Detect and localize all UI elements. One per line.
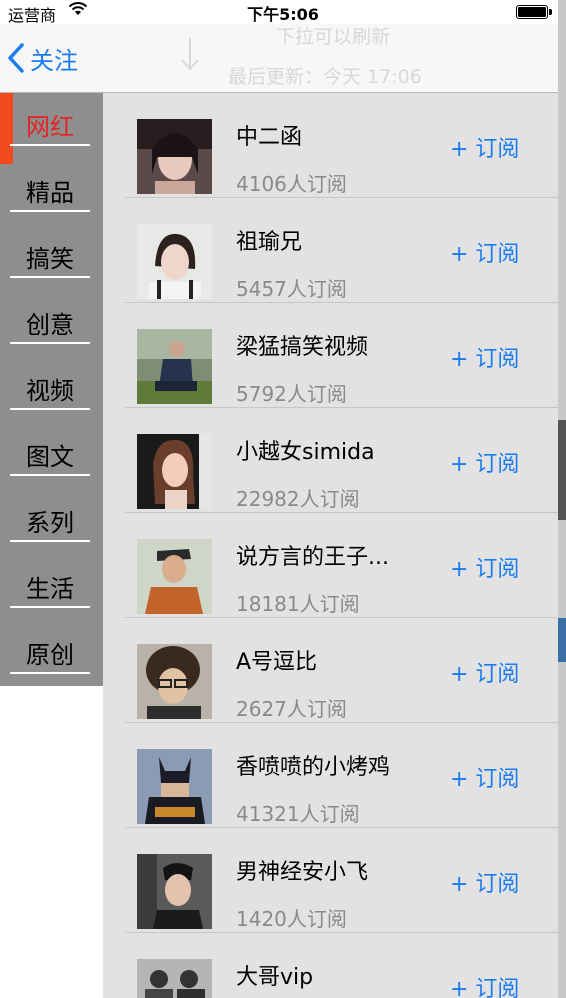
- subscribe-button[interactable]: + 订阅: [450, 131, 519, 163]
- user-name: 说方言的王子...: [236, 545, 389, 570]
- user-name: 香喷喷的小烤鸡: [236, 755, 391, 780]
- divider: [10, 672, 90, 674]
- list-item[interactable]: 祖瑜兄 5457人订阅 + 订阅: [103, 198, 558, 303]
- category-item[interactable]: 视频: [0, 357, 103, 423]
- status-bar: 运营商 下午5:06: [0, 0, 558, 25]
- list-item[interactable]: 梁猛搞笑视频 5792人订阅 + 订阅: [103, 303, 558, 408]
- list-item[interactable]: 大哥vip + 订阅: [103, 933, 558, 998]
- user-name: 中二函: [236, 125, 303, 150]
- background-page-edge: [558, 0, 566, 998]
- divider: [10, 210, 90, 212]
- category-label: 搞笑: [26, 245, 74, 273]
- background-block: [558, 420, 566, 520]
- avatar: [137, 749, 212, 824]
- user-name: 祖瑜兄: [236, 230, 303, 255]
- category-label: 网红: [26, 113, 74, 141]
- subscriber-count: 2627人订阅: [236, 697, 347, 721]
- subscriber-count: 5457人订阅: [236, 277, 347, 301]
- divider: [10, 144, 90, 146]
- list-item[interactable]: 香喷喷的小烤鸡 41321人订阅 + 订阅: [103, 723, 558, 828]
- subscribe-button[interactable]: + 订阅: [450, 656, 519, 688]
- list-item[interactable]: 说方言的王子... 18181人订阅 + 订阅: [103, 513, 558, 618]
- subscriber-count: 1420人订阅: [236, 907, 347, 931]
- category-item[interactable]: 搞笑: [0, 225, 103, 291]
- category-item[interactable]: 精品: [0, 159, 103, 225]
- avatar: [137, 224, 212, 299]
- user-name: 小越女simida: [236, 440, 375, 465]
- subscribe-button[interactable]: + 订阅: [450, 551, 519, 583]
- category-label: 视频: [26, 377, 74, 405]
- user-name: 大哥vip: [236, 965, 314, 990]
- list-item[interactable]: 男神经安小飞 1420人订阅 + 订阅: [103, 828, 558, 933]
- category-label: 图文: [26, 443, 74, 471]
- chevron-left-icon: [8, 43, 24, 73]
- divider: [10, 408, 90, 410]
- category-item[interactable]: 原创: [0, 621, 103, 687]
- category-sidebar: 网红 精品 搞笑 创意 视频 图文 系列 生活 原创: [0, 93, 103, 686]
- list-item[interactable]: 中二函 4106人订阅 + 订阅: [103, 93, 558, 198]
- category-item[interactable]: 创意: [0, 291, 103, 357]
- subscribe-button[interactable]: + 订阅: [450, 971, 519, 998]
- category-label: 原创: [26, 641, 74, 669]
- subscriber-count: 5792人订阅: [236, 382, 347, 406]
- avatar: [137, 539, 212, 614]
- battery-icon: [516, 5, 552, 19]
- avatar: [137, 434, 212, 509]
- avatar: [137, 119, 212, 194]
- back-label: 关注: [30, 46, 78, 75]
- avatar: [137, 959, 212, 998]
- category-item[interactable]: 系列: [0, 489, 103, 555]
- category-item[interactable]: 图文: [0, 423, 103, 489]
- background-block: [558, 618, 566, 662]
- subscriber-count: 41321人订阅: [236, 802, 360, 826]
- back-button[interactable]: 关注: [8, 40, 78, 76]
- user-name: A号逗比: [236, 650, 318, 675]
- list-item[interactable]: 小越女simida 22982人订阅 + 订阅: [103, 408, 558, 513]
- navigation-bar: 下拉可以刷新 最后更新：今天 17:06 关注: [0, 24, 558, 93]
- divider: [10, 474, 90, 476]
- category-label: 生活: [26, 575, 74, 603]
- subscribe-button[interactable]: + 订阅: [450, 761, 519, 793]
- user-name: 梁猛搞笑视频: [236, 335, 369, 360]
- divider: [10, 606, 90, 608]
- avatar: [137, 329, 212, 404]
- subscribe-button[interactable]: + 订阅: [450, 341, 519, 373]
- subscribe-button[interactable]: + 订阅: [450, 236, 519, 268]
- last-updated: 最后更新：今天 17:06: [228, 66, 422, 88]
- divider: [10, 276, 90, 278]
- list-item[interactable]: A号逗比 2627人订阅 + 订阅: [103, 618, 558, 723]
- category-label: 创意: [26, 311, 74, 339]
- arrow-down-icon: [180, 38, 200, 77]
- category-item[interactable]: 网红: [0, 93, 103, 164]
- subscriber-count: 4106人订阅: [236, 172, 347, 196]
- subscribe-button[interactable]: + 订阅: [450, 866, 519, 898]
- category-label: 系列: [26, 509, 74, 537]
- category-label: 精品: [26, 179, 74, 207]
- subscriber-count: 18181人订阅: [236, 592, 360, 616]
- user-list: 中二函 4106人订阅 + 订阅 祖瑜兄 5457人订阅 + 订阅 梁猛搞笑视频…: [103, 93, 558, 998]
- user-name: 男神经安小飞: [236, 860, 369, 885]
- category-item[interactable]: 生活: [0, 555, 103, 621]
- avatar: [137, 644, 212, 719]
- avatar: [137, 854, 212, 929]
- subscribe-button[interactable]: + 订阅: [450, 446, 519, 478]
- pull-hint: 下拉可以刷新: [276, 26, 391, 48]
- subscriber-count: 22982人订阅: [236, 487, 360, 511]
- divider: [10, 540, 90, 542]
- divider: [10, 342, 90, 344]
